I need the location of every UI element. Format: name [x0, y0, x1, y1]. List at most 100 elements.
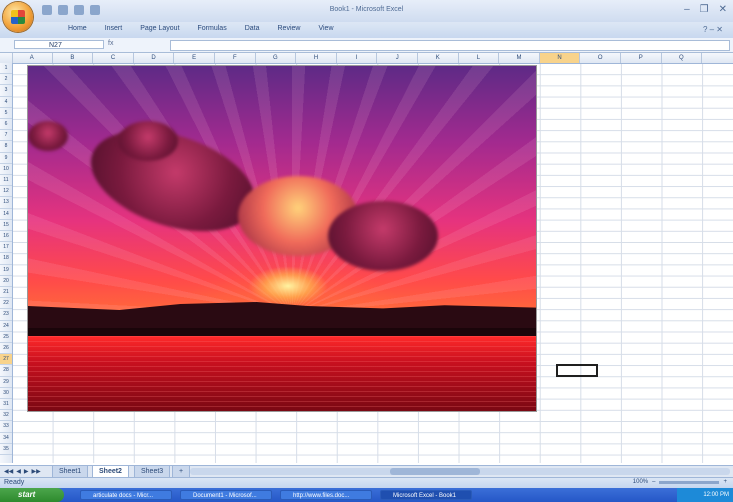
- first-sheet-icon[interactable]: ◀◀: [4, 468, 13, 475]
- column-header-b[interactable]: B: [53, 53, 94, 63]
- zoom-slider[interactable]: [659, 480, 720, 484]
- shoreline: [28, 328, 536, 336]
- start-button[interactable]: start: [0, 488, 64, 502]
- row-header-34[interactable]: 34: [0, 433, 12, 444]
- row-header-2[interactable]: 2: [0, 74, 12, 86]
- row-header-14[interactable]: 14: [0, 209, 12, 220]
- row-header-31[interactable]: 31: [0, 399, 12, 411]
- row-header-8[interactable]: 8: [0, 141, 12, 153]
- row-header-11[interactable]: 11: [0, 175, 12, 187]
- row-header-5[interactable]: 5: [0, 108, 12, 119]
- row-header-21[interactable]: 21: [0, 287, 12, 299]
- ribbon-tab-page-layout[interactable]: Page Layout: [140, 25, 179, 32]
- row-header-3[interactable]: 3: [0, 85, 12, 97]
- help-icon[interactable]: ? – ✕: [703, 25, 723, 34]
- row-header-27[interactable]: 27: [0, 354, 12, 366]
- row-header-33[interactable]: 33: [0, 421, 12, 433]
- ribbon-tab-insert[interactable]: Insert: [105, 25, 123, 32]
- sun-glow: [248, 266, 328, 306]
- column-header-j[interactable]: J: [377, 53, 418, 63]
- row-header-23[interactable]: 23: [0, 309, 12, 321]
- column-header-o[interactable]: O: [580, 53, 621, 63]
- column-header-g[interactable]: G: [256, 53, 297, 63]
- active-cell-n27[interactable]: [556, 364, 598, 377]
- name-box[interactable]: N27: [14, 40, 104, 49]
- row-header-15[interactable]: 15: [0, 220, 12, 231]
- cloud-right: [328, 201, 438, 271]
- row-header-25[interactable]: 25: [0, 332, 12, 343]
- row-header-13[interactable]: 13: [0, 197, 12, 209]
- row-header-19[interactable]: 19: [0, 265, 12, 276]
- column-header-i[interactable]: I: [337, 53, 378, 63]
- formula-bar: N27 fx: [0, 38, 733, 53]
- ribbon-tab-row: Home Insert Page Layout Formulas Data Review V…: [68, 25, 334, 32]
- row-header-29[interactable]: 29: [0, 377, 12, 388]
- zoom-out-icon[interactable]: –: [652, 479, 655, 485]
- column-header-m[interactable]: M: [499, 53, 540, 63]
- row-header-9[interactable]: 9: [0, 153, 12, 164]
- row-headers: 1 2 3 4 5 6 7 8 9 10 11 12 13 14 15 16 17 18 19 20 21 22 23 24 2…: [0, 63, 13, 463]
- column-header-l[interactable]: L: [459, 53, 500, 63]
- horizontal-scrollbar[interactable]: [190, 468, 730, 475]
- taskbar-item[interactable]: Microsoft Excel - Book1: [380, 490, 472, 500]
- column-header-k[interactable]: K: [418, 53, 459, 63]
- minimize-icon[interactable]: –: [684, 4, 690, 15]
- row-header-16[interactable]: 16: [0, 231, 12, 243]
- row-header-10[interactable]: 10: [0, 164, 12, 175]
- prev-sheet-icon[interactable]: ◀: [16, 468, 21, 475]
- cloud-left-top: [118, 121, 178, 161]
- taskbar-item[interactable]: Document1 - Microsof...: [180, 490, 272, 500]
- row-header-4[interactable]: 4: [0, 97, 12, 108]
- restore-icon[interactable]: ❐: [700, 4, 709, 15]
- row-header-1[interactable]: 1: [0, 63, 12, 75]
- embedded-sunset-picture[interactable]: [28, 66, 536, 411]
- last-sheet-icon[interactable]: ▶▶: [31, 468, 40, 475]
- zoom-control: 100% – +: [633, 479, 727, 485]
- ribbon-tab-formulas[interactable]: Formulas: [198, 25, 227, 32]
- horizontal-scroll-thumb[interactable]: [390, 468, 480, 475]
- column-header-d[interactable]: D: [134, 53, 175, 63]
- fx-icon[interactable]: fx: [108, 40, 168, 49]
- row-header-30[interactable]: 30: [0, 388, 12, 399]
- column-header-n[interactable]: N: [539, 53, 581, 63]
- close-icon[interactable]: ✕: [719, 4, 727, 15]
- windows-taskbar: start articulate docs - Micr... Document1…: [0, 488, 733, 502]
- ribbon-tabs: Home Insert Page Layout Formulas Data Review V…: [0, 22, 733, 39]
- row-header-35[interactable]: 35: [0, 444, 12, 455]
- row-header-22[interactable]: 22: [0, 298, 12, 310]
- ribbon-tab-view[interactable]: View: [318, 25, 333, 32]
- row-header-6[interactable]: 6: [0, 119, 12, 131]
- row-header-32[interactable]: 32: [0, 410, 12, 422]
- ribbon-tab-review[interactable]: Review: [278, 25, 301, 32]
- column-header-h[interactable]: H: [296, 53, 337, 63]
- row-header-12[interactable]: 12: [0, 186, 12, 198]
- cloud-edge: [28, 121, 68, 151]
- next-sheet-icon[interactable]: ▶: [24, 468, 29, 475]
- column-header-f[interactable]: F: [215, 53, 256, 63]
- row-header-20[interactable]: 20: [0, 276, 12, 287]
- window-controls: – ❐ ✕: [684, 4, 727, 15]
- column-header-p[interactable]: P: [621, 53, 662, 63]
- row-header-18[interactable]: 18: [0, 253, 12, 265]
- status-text: Ready: [4, 479, 25, 486]
- zoom-level[interactable]: 100%: [633, 479, 648, 485]
- water-reflection: [28, 336, 536, 411]
- title-bar: Book1 - Microsoft Excel – ❐ ✕: [0, 0, 733, 32]
- column-header-q[interactable]: Q: [662, 53, 703, 63]
- row-header-24[interactable]: 24: [0, 321, 12, 332]
- formula-input[interactable]: [170, 40, 730, 51]
- row-header-7[interactable]: 7: [0, 130, 12, 142]
- ribbon-tab-home[interactable]: Home: [68, 25, 87, 32]
- sheet-navigation: ◀◀ ◀ ▶ ▶▶: [4, 468, 41, 475]
- taskbar-item[interactable]: http://www.files.doc...: [280, 490, 372, 500]
- column-header-a[interactable]: A: [12, 53, 53, 63]
- row-header-28[interactable]: 28: [0, 365, 12, 377]
- ribbon-tab-data[interactable]: Data: [245, 25, 260, 32]
- column-header-e[interactable]: E: [174, 53, 215, 63]
- row-header-17[interactable]: 17: [0, 242, 12, 254]
- row-header-26[interactable]: 26: [0, 343, 12, 355]
- office-button[interactable]: [3, 2, 33, 32]
- taskbar-item[interactable]: articulate docs - Micr...: [80, 490, 172, 500]
- column-header-c[interactable]: C: [93, 53, 134, 63]
- zoom-in-icon[interactable]: +: [723, 479, 727, 485]
